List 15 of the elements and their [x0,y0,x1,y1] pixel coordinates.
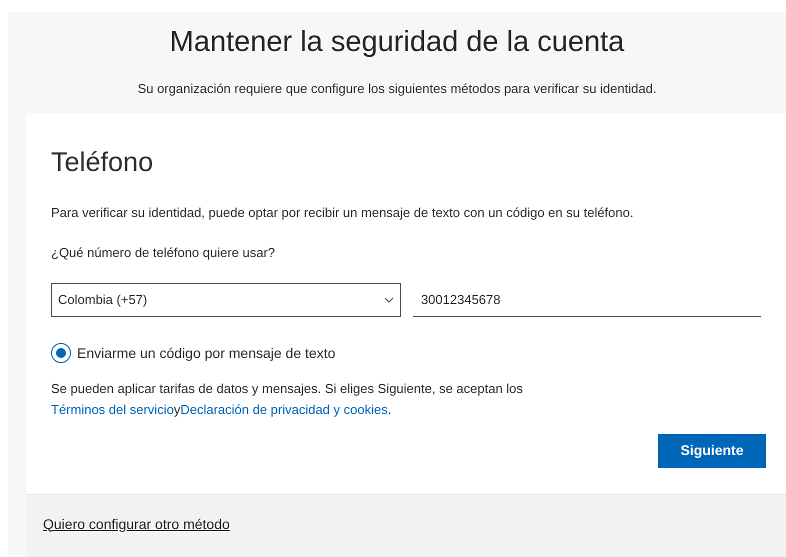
phone-input-field[interactable]: 30012345678 [412,282,761,316]
country-select[interactable]: Colombia (+57) [51,282,401,316]
privacy-link[interactable]: Declaración de privacidad y cookies [180,402,388,416]
terms-text: Se pueden aplicar tarifas de datos y mensajes. Si eliges Siguiente, se aceptan los Términos del servicioyDeclaración de privacidad y cookies. [51,380,524,419]
radio-label: Enviarme un código por mensaje de texto [77,344,336,363]
page-title: Mantener la seguridad de la cuenta [170,25,624,60]
other-method-link[interactable]: Quiero configurar otro método [43,516,230,532]
description-text: Para verificar su identidad, puede optar por recibir un mensaje de texto con un código en su teléfono. [51,204,634,222]
question-label: ¿Qué número de teléfono quiere usar? [51,244,276,262]
next-button[interactable]: Siguiente [658,434,766,468]
page-subtitle: Su organización requiere que configure los siguientes métodos para verificar su identidad. [138,80,656,98]
chevron-icon [384,296,394,302]
terms-link[interactable]: Términos del servicio [51,402,174,416]
card-title: Teléfono [51,146,154,178]
radio-button[interactable] [51,343,71,363]
